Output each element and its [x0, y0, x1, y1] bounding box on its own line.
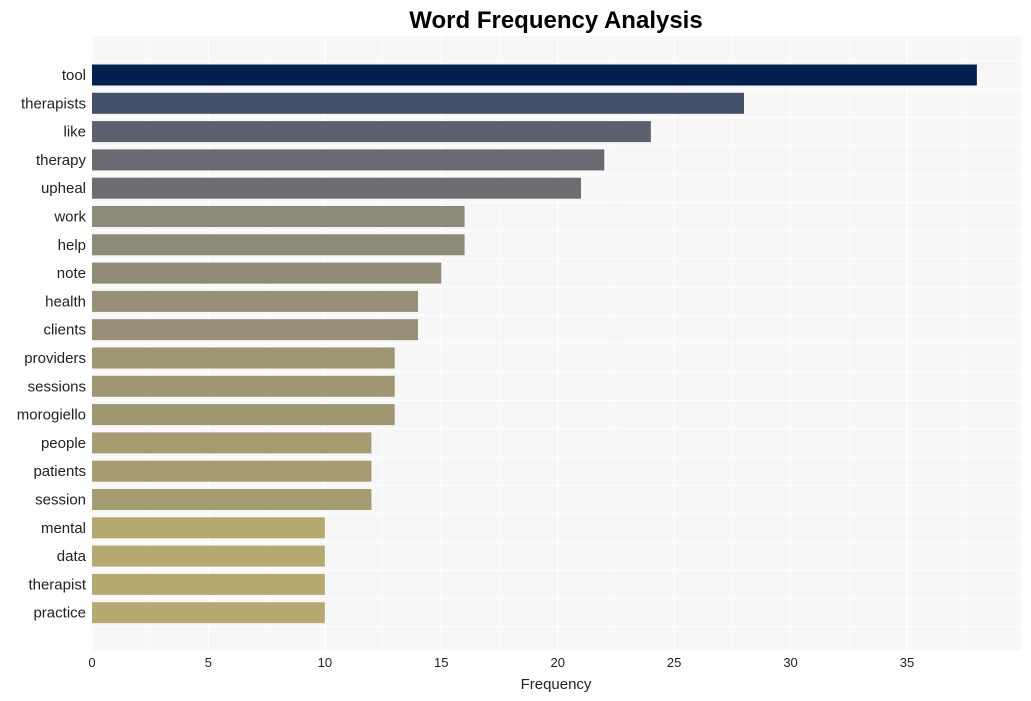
x-axis-ticks: 0 5 10 15 20 25 30 35 [88, 655, 914, 670]
y-tick-label: clients [43, 322, 86, 339]
y-tick-label: mental [41, 520, 86, 537]
y-tick-label: work [53, 209, 86, 226]
y-tick-label: people [41, 435, 86, 452]
x-tick-label: 30 [783, 655, 797, 670]
bar-upheal [92, 177, 581, 199]
bar-therapy [92, 149, 605, 171]
x-tick-label: 10 [318, 655, 332, 670]
bar-practice [92, 602, 325, 624]
word-frequency-chart: tool therapists like therapy upheal work help n… [17, 7, 1021, 693]
bar-sessions [92, 375, 395, 397]
bar-session [92, 489, 372, 510]
y-tick-label: practice [33, 605, 86, 622]
x-tick-label: 20 [550, 655, 564, 670]
bar-note [92, 262, 442, 284]
bar-like [92, 121, 651, 143]
bar-tool [92, 64, 977, 86]
x-tick-label: 35 [900, 655, 914, 670]
y-tick-label: providers [24, 350, 86, 367]
y-tick-label: morogiello [17, 407, 86, 424]
y-tick-label: sessions [28, 378, 86, 395]
bar-therapists [92, 92, 744, 114]
y-tick-label: tool [62, 67, 86, 84]
bar-mental [92, 517, 325, 539]
y-tick-label: session [35, 492, 86, 509]
x-tick-label: 25 [667, 655, 681, 670]
y-tick-label: therapist [28, 576, 86, 593]
x-tick-label: 0 [88, 655, 95, 670]
chart-title: Word Frequency Analysis [409, 7, 702, 34]
x-axis-label: Frequency [521, 676, 592, 693]
y-tick-label: note [57, 265, 86, 282]
bar-morogiello [92, 404, 395, 426]
x-tick-label: 5 [205, 655, 212, 670]
y-tick-label: patients [33, 463, 86, 480]
y-tick-label: help [58, 237, 86, 254]
y-tick-label: data [57, 548, 87, 565]
bar-help [92, 234, 465, 256]
bar-therapist [92, 573, 325, 595]
bar-patients [92, 460, 372, 482]
bar-data [92, 545, 325, 567]
y-tick-label: health [45, 293, 86, 310]
y-tick-label: therapy [36, 152, 87, 169]
x-tick-label: 15 [434, 655, 448, 670]
y-tick-label: therapists [21, 95, 86, 112]
y-tick-label: upheal [41, 180, 86, 197]
y-tick-label: like [63, 124, 86, 141]
y-axis-labels: tool therapists like therapy upheal work help n… [17, 67, 87, 622]
bar-clients [92, 319, 418, 341]
bar-work [92, 206, 465, 227]
bar-health [92, 290, 418, 312]
bar-people [92, 432, 372, 454]
bar-providers [92, 347, 395, 369]
